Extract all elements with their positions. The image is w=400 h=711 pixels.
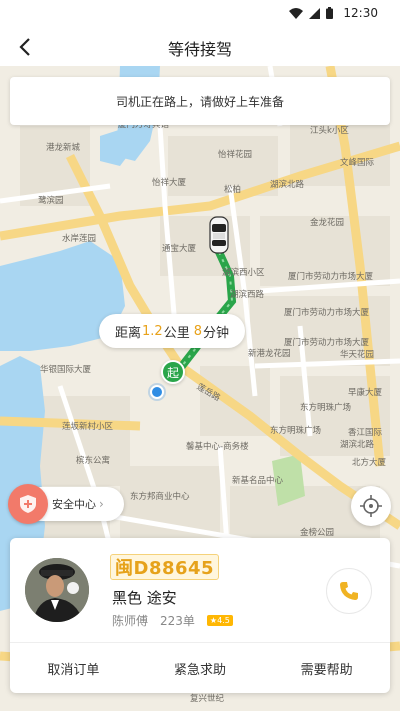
map-label: 怡祥大厦: [152, 178, 187, 188]
map-label: 江头k小区: [310, 126, 349, 136]
signal-icon: [309, 7, 321, 19]
distance-eta-bubble: 距离 1.2 公里 8 分钟: [99, 314, 245, 348]
map-label: 湖滨西路: [230, 290, 265, 300]
map-label: 新基名品中心: [232, 476, 284, 486]
eta-unit: 分钟: [202, 325, 229, 341]
map-label: 北方大厦: [352, 458, 387, 468]
pickup-start-marker: 起: [161, 360, 185, 384]
need-help-button[interactable]: 需要帮助: [263, 643, 390, 693]
shield-plus-icon: [8, 484, 48, 524]
map-label: 东方明珠广场: [270, 426, 322, 436]
map-label: 东方邦商业中心: [130, 492, 190, 502]
wifi-icon: [289, 7, 304, 19]
status-time: 12:30: [343, 6, 378, 20]
map-label: 华银国际大厦: [40, 365, 92, 375]
map-label: 早康大厦: [348, 388, 383, 398]
map-label: 香江国际: [348, 428, 383, 438]
header: 等待接驾: [0, 28, 400, 66]
map-label: 文峰国际: [340, 158, 375, 168]
map-label: 东方明珠广场: [300, 403, 352, 413]
driver-on-way-notice: 司机正在路上，请做好上车准备: [10, 77, 390, 125]
license-plate: 闽D88645: [110, 554, 220, 580]
map-label: 华天花园: [340, 350, 375, 360]
map-label: 馨基中心-商务楼: [186, 442, 249, 452]
current-location-dot: [150, 385, 164, 399]
safety-center-label: 安全中心: [52, 498, 96, 511]
map-label: 松柏: [224, 185, 242, 195]
map-label: 厦门市劳动力市场大厦: [284, 338, 370, 348]
driver-name: 陈师傅: [112, 614, 149, 628]
car-icon: [209, 216, 229, 254]
distance-value: 1.2: [142, 323, 163, 339]
map-label: 水岸莲园: [62, 234, 97, 244]
map-label: 厦门市劳动力市场大厦: [288, 272, 374, 282]
map-label: 槟东公寓: [76, 456, 111, 466]
page-title: 等待接驾: [167, 40, 232, 59]
map-label: 金榜公园: [300, 528, 335, 538]
status-icons: 12:30: [289, 6, 378, 20]
map-label: 通宝大厦: [162, 244, 197, 254]
distance-prefix: 距离: [114, 325, 141, 341]
car-description: 黑色 途安: [112, 589, 177, 607]
driver-info-card: 闽D88645 黑色 途安 陈师傅 223单 ★4.5 取消订单 紧急求助 需要…: [10, 538, 390, 693]
action-bar: 取消订单 紧急求助 需要帮助: [10, 643, 390, 693]
call-driver-button[interactable]: [326, 568, 372, 614]
locate-me-button[interactable]: [351, 486, 391, 526]
chevron-right-icon: ›: [99, 497, 104, 511]
map-label: 金龙花园: [310, 218, 345, 228]
map-label: 鹭滨园: [38, 196, 64, 206]
order-count: 223单: [160, 614, 195, 628]
map-label: 新港龙花园: [248, 349, 291, 359]
map-label: 莲坂新村小区: [62, 422, 114, 432]
map-label: 湖滨西小区: [222, 268, 265, 278]
status-bar: 12:30: [0, 0, 400, 28]
driver-avatar: [25, 558, 89, 622]
crosshair-icon: [360, 495, 382, 517]
cancel-order-button[interactable]: 取消订单: [10, 643, 137, 693]
map-label: 湖滨北路: [270, 180, 305, 190]
map-label: 怡祥花园: [218, 150, 253, 160]
map-label: 港龙新城: [46, 143, 81, 153]
map-label: 复兴世纪: [190, 694, 225, 704]
map-label: 厦门市劳动力市场大厦: [284, 308, 370, 318]
phone-icon: [340, 582, 358, 600]
distance-unit: 公里: [163, 325, 190, 341]
rating-badge: ★4.5: [206, 615, 233, 626]
driver-meta: 陈师傅 223单 ★4.5: [112, 612, 233, 629]
safety-center-button[interactable]: 安全中心 ›: [8, 484, 124, 524]
map-label: 湖滨北路: [340, 440, 375, 450]
emergency-help-button[interactable]: 紧急求助: [137, 643, 264, 693]
eta-value: 8: [193, 323, 202, 339]
battery-icon: [326, 7, 334, 19]
